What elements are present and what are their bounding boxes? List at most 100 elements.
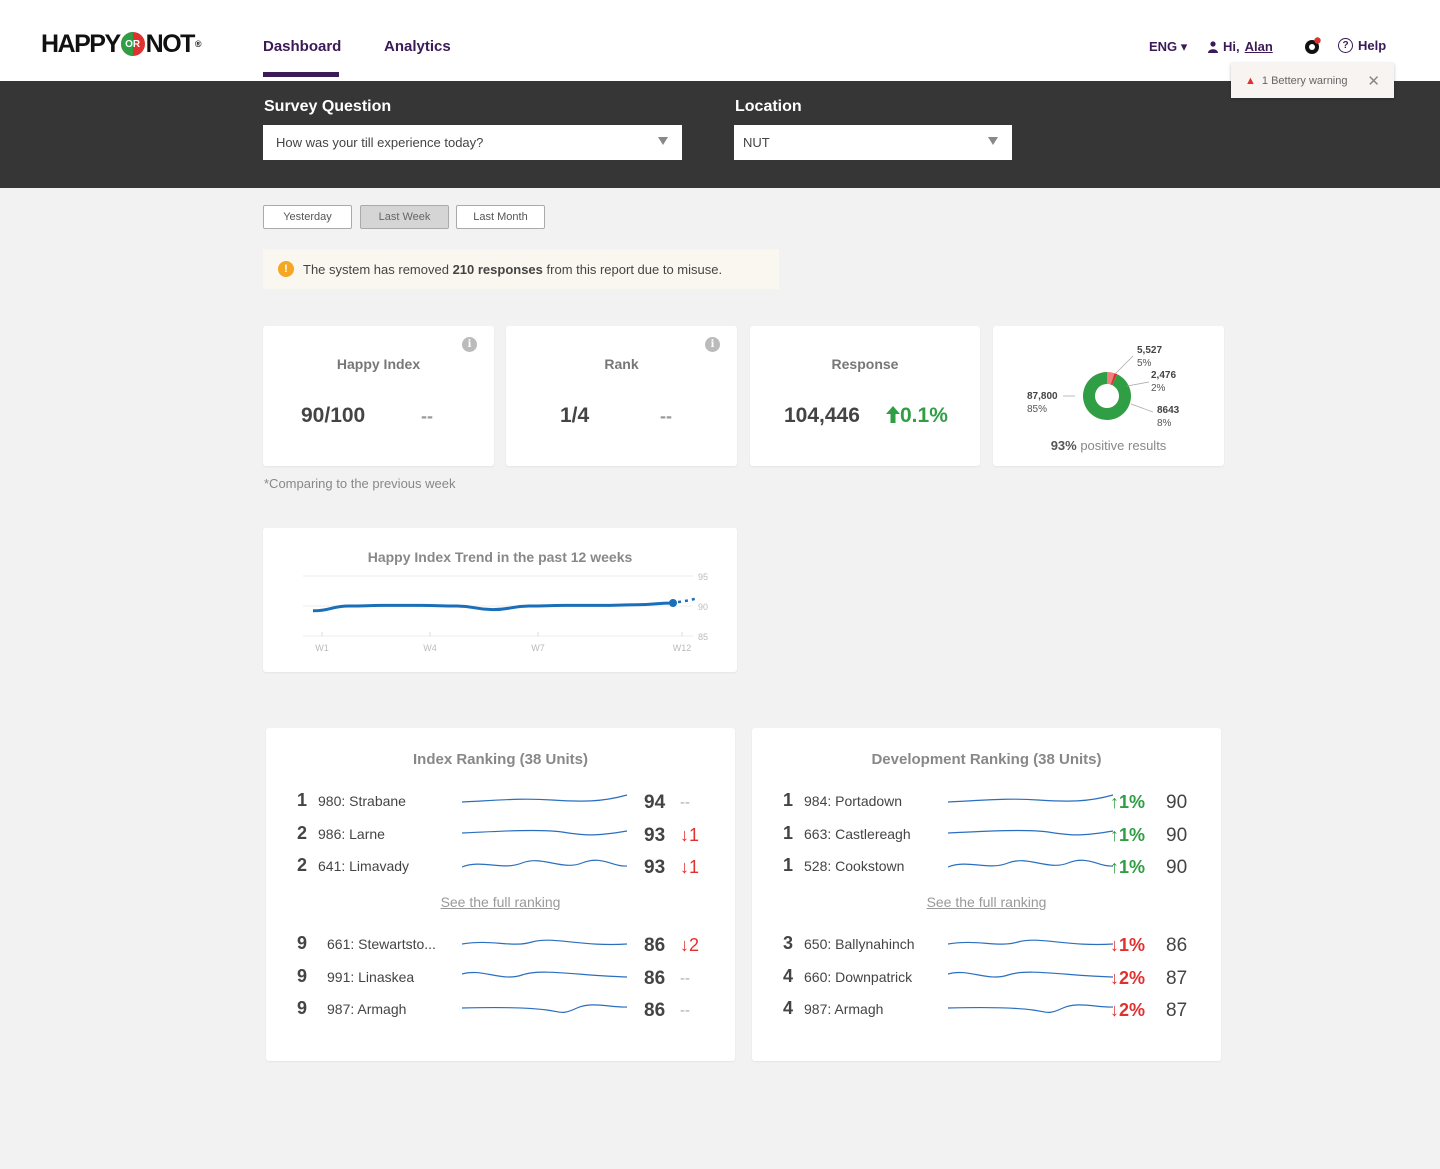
user-menu[interactable]: Hi, Alan [1208,39,1273,54]
help-question-icon: ? [1338,38,1353,53]
rank-position: 9 [297,966,308,986]
trend-x-tick-label: W4 [423,643,437,653]
sparkline [948,829,1114,836]
development-delta: ↑1% [1110,857,1146,877]
close-warning-icon[interactable]: ✕ [1367,72,1380,90]
rank-card: i Rank 1/4 -- [506,326,737,466]
index-value: 86 [644,935,666,956]
location-select[interactable]: NUT [734,125,1012,160]
greeting-text: Hi, [1223,39,1240,54]
sparkline [948,971,1114,978]
alert-icon: ! [278,261,294,277]
user-icon [1208,40,1218,53]
index-see-full-ranking-link[interactable]: See the full ranking [266,894,735,910]
kpi-title: Response [831,356,899,372]
ranking-row[interactable]: 9 991: Linaskea 86 -- [266,966,735,990]
ranking-row[interactable]: 2 641: Limavady 93 ↓1 [266,855,735,879]
rank-delta: -- [660,406,672,426]
rank-position: 1 [297,790,308,810]
results-donut-card: 87,800 85% 5,527 5% 2,476 2% 8643 8% 93% pos… [993,326,1224,466]
ranking-row[interactable]: 4 987: Armagh ↓2% 87 [752,998,1221,1022]
development-delta: ↑1% [1110,825,1146,845]
sparkline [948,794,1114,803]
index-value: 86 [644,1000,666,1021]
rank-position: 1 [783,790,794,810]
logo-reg-mark: ® [194,39,202,49]
index-ranking-card: Index Ranking (38 Units) 1 980: Strabane 9… [266,728,735,1061]
unit-name: 987: Armagh [804,1001,884,1017]
logo-text-happy: HAPPY [41,29,121,58]
rank-position: 2 [297,823,308,843]
language-selector[interactable]: ENG ▾ [1149,39,1187,55]
response-delta: 0.1% [886,404,948,428]
location-label: Location [735,98,802,115]
survey-question-value: How was your till experience today? [276,135,484,150]
donut-leader-line [1130,403,1154,413]
trend-x-tick-label: W7 [531,643,545,653]
info-icon[interactable]: i [462,337,477,352]
development-delta: ↓2% [1110,968,1146,988]
sparkline [462,829,628,836]
donut-chart [1063,355,1154,420]
notification-bell-icon[interactable] [1303,37,1321,55]
index-delta: -- [680,1002,690,1019]
help-link[interactable]: ? Help [1338,38,1386,53]
unit-name: 661: Stewartsto... [327,936,436,952]
happy-index-card: i Happy Index 90/100 -- [263,326,494,466]
ranking-row[interactable]: 4 660: Downpatrick ↓2% 87 [752,966,1221,990]
ranking-row[interactable]: 1 984: Portadown ↑1% 90 [752,790,1221,814]
unit-name: 528: Cookstown [804,858,905,874]
ranking-row[interactable]: 1 663: Castlereagh ↑1% 90 [752,823,1221,847]
development-delta: ↓2% [1110,1000,1146,1020]
development-see-full-ranking-link[interactable]: See the full ranking [752,894,1221,910]
kpi-title: Happy Index [336,356,421,372]
period-last-month-button[interactable]: Last Month [456,205,545,229]
index-delta: -- [680,970,690,987]
ranking-row[interactable]: 3 650: Ballynahinch ↓1% 86 [752,933,1221,957]
ranking-row[interactable]: 9 987: Armagh 86 -- [266,998,735,1022]
ranking-row[interactable]: 9 661: Stewartsto... 86 ↓2 [266,933,735,957]
period-last-week-button[interactable]: Last Week [360,205,449,229]
warning-triangle-icon: ▲ [1245,74,1256,87]
ranking-row[interactable]: 1 980: Strabane 94 -- [266,790,735,814]
nav-tab-dashboard[interactable]: Dashboard [263,38,341,77]
trend-current-point[interactable] [669,599,677,607]
nav-tab-analytics[interactable]: Analytics [384,38,451,55]
trend-projection-line [677,597,696,604]
development-ranking-title: Development Ranking (38 Units) [871,751,1102,768]
development-value: 87 [1166,968,1188,989]
unit-name: 986: Larne [318,826,385,842]
unit-name: 650: Ballynahinch [804,936,915,952]
user-name-link[interactable]: Alan [1245,39,1273,54]
rank-position: 9 [297,933,308,953]
ranking-row[interactable]: 2 986: Larne 93 ↓1 [266,823,735,847]
happy-or-not-logo[interactable]: HAPPY OR NOT ® [41,30,202,58]
trend-y-tick-label: 90 [698,602,708,612]
index-value: 93 [644,825,666,846]
index-delta: -- [680,794,690,811]
positive-results-text: 93% positive results [1050,438,1167,453]
response-card: Response 104,446 0.1% [750,326,980,466]
happy-index-value: 90/100 [301,404,366,427]
rank-position: 4 [783,966,794,986]
survey-question-select[interactable]: How was your till experience today? [263,125,682,160]
info-icon[interactable]: i [705,337,720,352]
ranking-row[interactable]: 1 528: Cookstown ↑1% 90 [752,855,1221,879]
trend-y-tick-label: 95 [698,572,708,582]
unit-name: 980: Strabane [318,793,406,809]
period-yesterday-button[interactable]: Yesterday [263,205,352,229]
notice-text: The system has removed 210 responses fro… [303,261,723,277]
index-ranking-title: Index Ranking (38 Units) [412,751,589,768]
donut-leader-line [1114,355,1134,375]
battery-warning-popup: ▲ 1 Bettery warning ✕ [1231,63,1394,98]
development-value: 90 [1166,857,1188,878]
rank-position: 9 [297,998,308,1018]
rank-position: 4 [783,998,794,1018]
sparkline [948,939,1114,946]
sparkline [462,859,628,868]
kpi-title: Rank [604,356,639,372]
trend-line-chart: 95 90 85 W1 W4 W7 W12 [303,572,708,653]
unit-name: 984: Portadown [804,793,903,809]
response-value: 104,446 [784,404,860,427]
battery-warning-text: 1 Bettery warning [1261,74,1348,87]
